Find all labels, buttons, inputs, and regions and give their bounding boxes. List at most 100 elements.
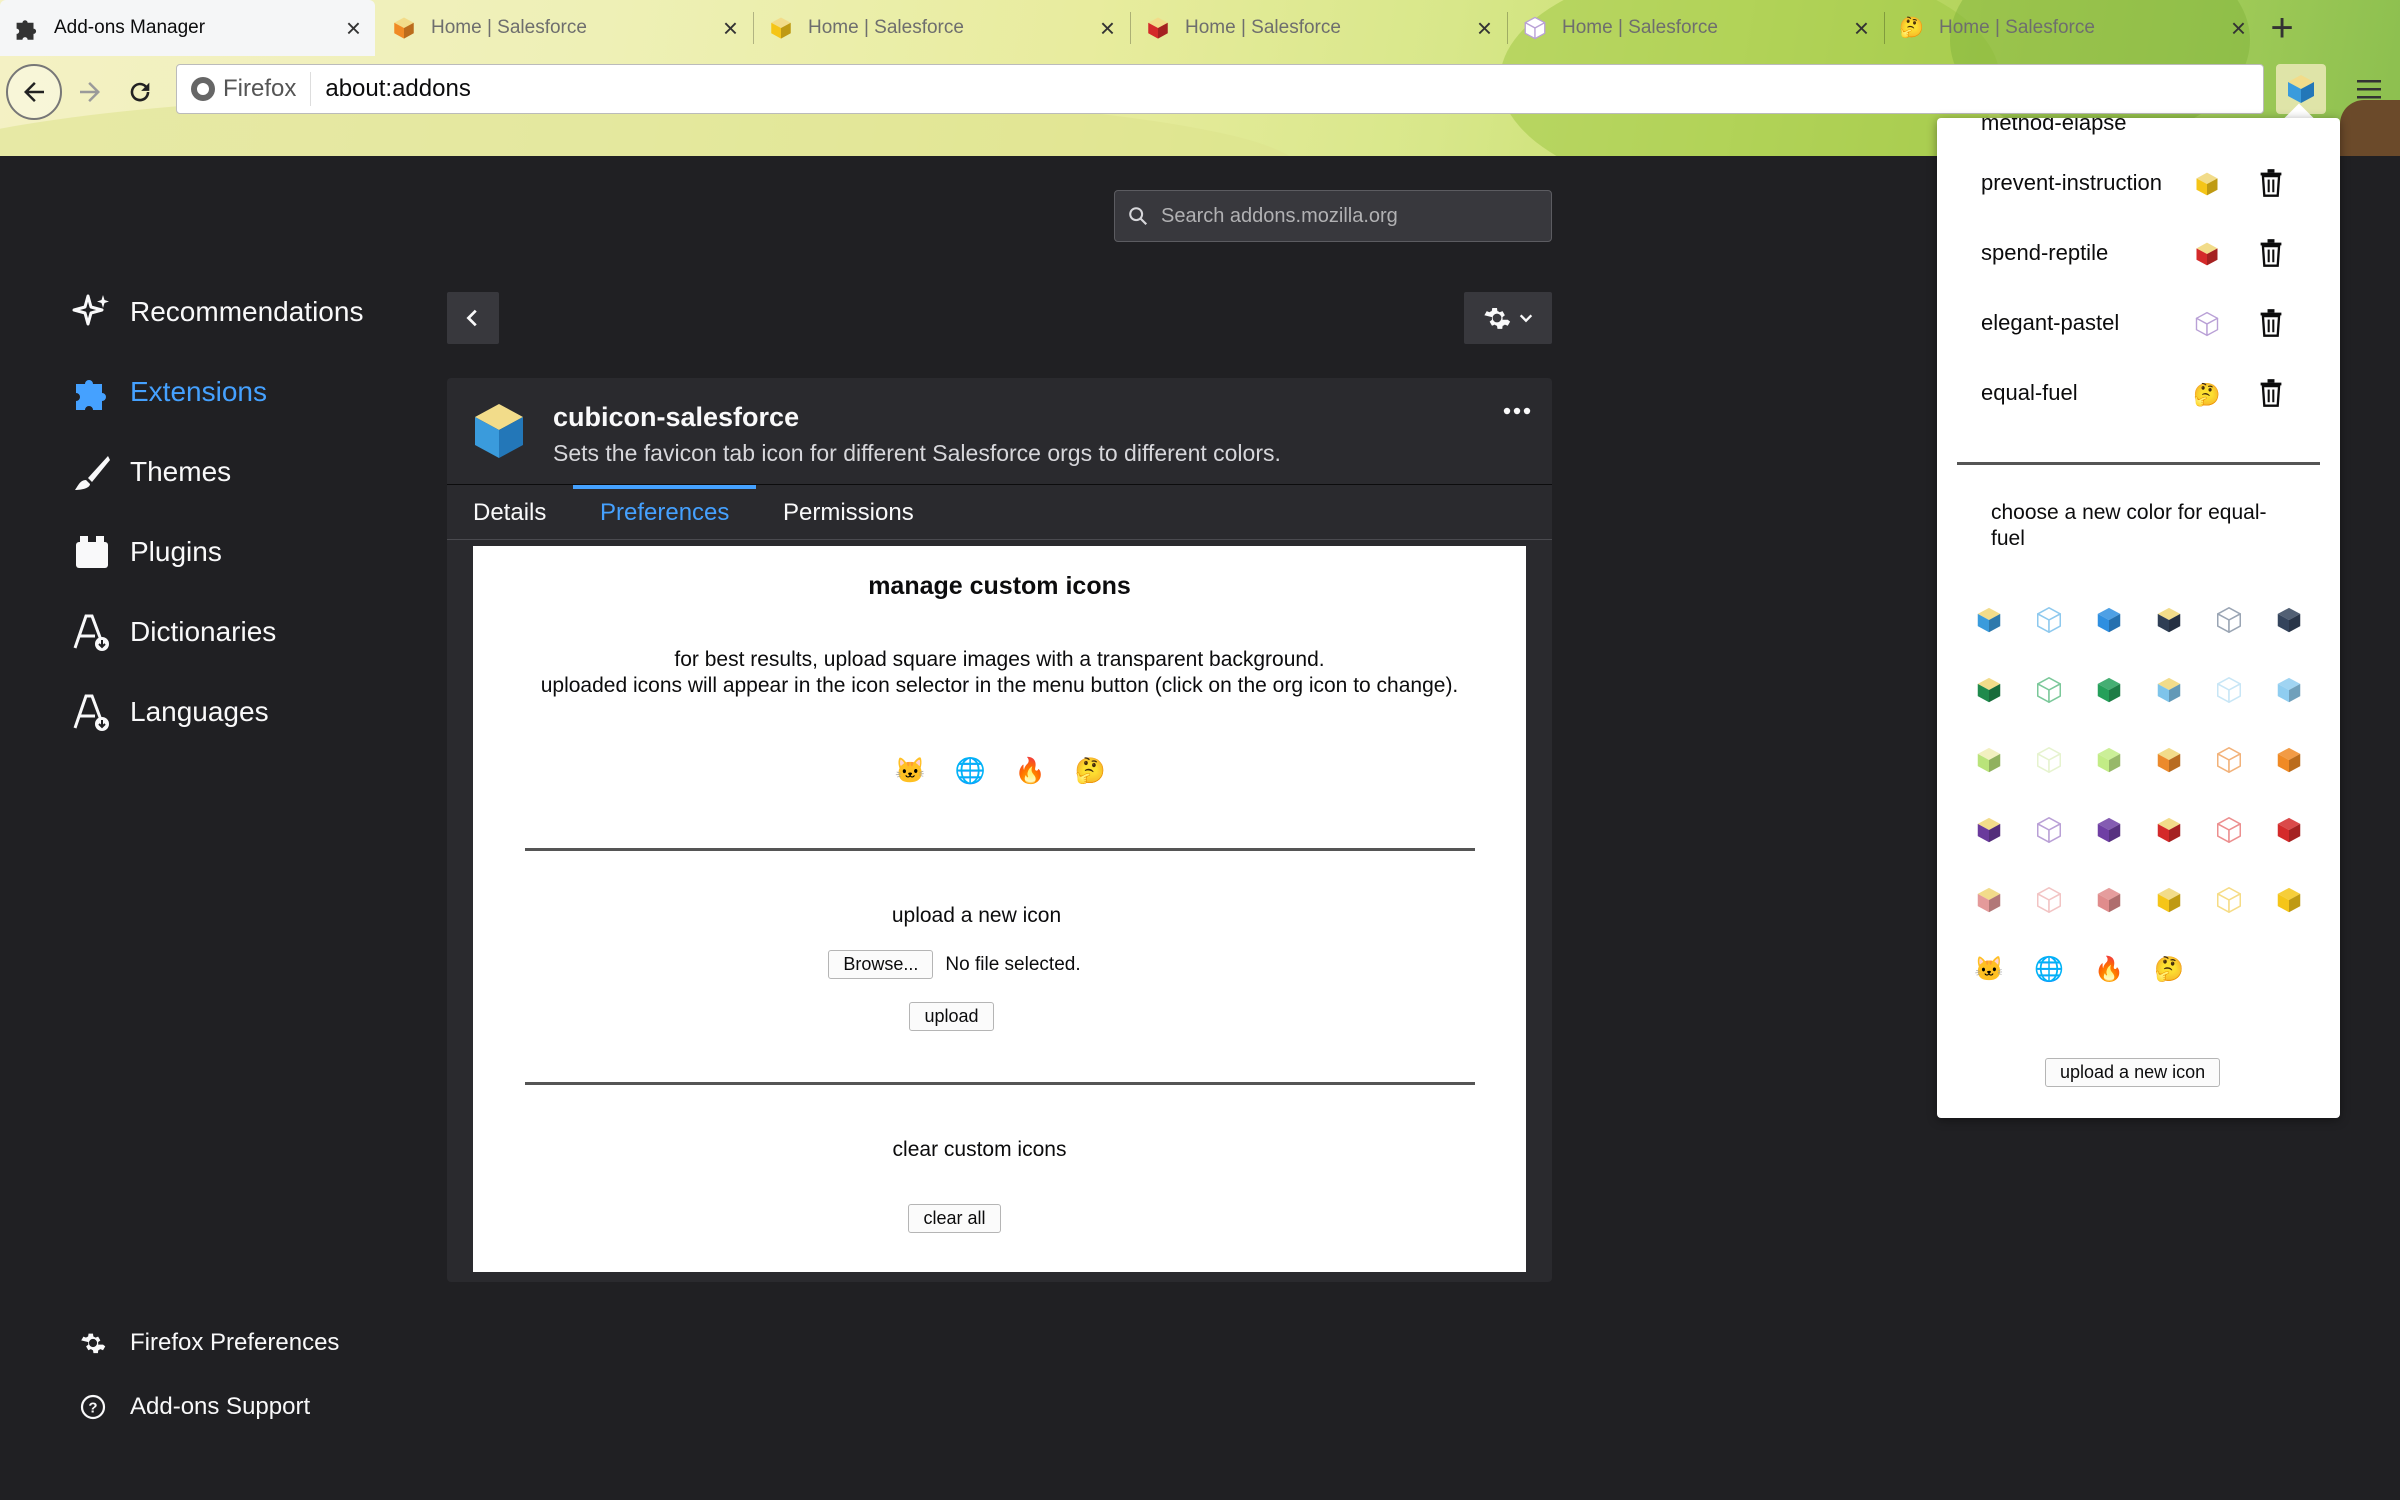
tab-salesforce[interactable]: Home | Salesforce ×: [754, 0, 1129, 56]
org-row[interactable]: prevent-instruction: [1937, 164, 2340, 204]
close-icon[interactable]: ×: [1100, 15, 1115, 41]
color-swatch[interactable]: [1973, 674, 2005, 706]
color-swatch[interactable]: [1973, 604, 2005, 636]
color-swatch[interactable]: [2093, 744, 2125, 776]
forward-button[interactable]: [62, 64, 118, 120]
prefs-title: manage custom icons: [868, 572, 1131, 600]
cube-icon: [1977, 607, 2001, 633]
amo-search-input[interactable]: Search addons.mozilla.org: [1114, 190, 1552, 242]
category-extensions[interactable]: Extensions: [72, 372, 267, 412]
choose-color-label: choose a new color for equal-fuel: [1991, 501, 2267, 550]
tab-salesforce[interactable]: Home | Salesforce ×: [1131, 0, 1506, 56]
org-row[interactable]: equal-fuel 🤔: [1937, 374, 2340, 414]
url-bar[interactable]: Firefox about:addons: [176, 64, 2264, 114]
tab-salesforce[interactable]: Home | Salesforce ×: [1508, 0, 1883, 56]
emoji-swatch[interactable]: 🤔: [2153, 954, 2185, 986]
color-swatch[interactable]: [2033, 884, 2065, 916]
org-row[interactable]: spend-reptile: [1937, 234, 2340, 274]
color-swatch[interactable]: [1973, 814, 2005, 846]
cube-icon: [2157, 747, 2181, 773]
color-swatch[interactable]: [2033, 744, 2065, 776]
emoji-face-icon: 🤔: [1899, 17, 1924, 39]
color-swatch[interactable]: [2153, 814, 2185, 846]
category-sidebar: Recommendations Extensions Themes Plugin…: [0, 156, 440, 1500]
tab-salesforce[interactable]: Home | Salesforce ×: [377, 0, 752, 56]
close-icon[interactable]: ×: [1477, 15, 1492, 41]
firefox-preferences-link[interactable]: Firefox Preferences: [78, 1328, 339, 1358]
footer-label: Add-ons Support: [130, 1393, 311, 1420]
close-icon[interactable]: ×: [346, 15, 361, 41]
color-swatch[interactable]: [2033, 604, 2065, 636]
cube-outline-lilac-icon[interactable]: [2193, 310, 2223, 340]
trash-icon[interactable]: [2257, 308, 2287, 338]
emoji-swatch[interactable]: 🐱: [1973, 954, 2005, 986]
color-swatch[interactable]: [2213, 744, 2245, 776]
cube-yellow-icon: [2196, 172, 2218, 196]
tab-separator: [753, 12, 754, 44]
color-swatch[interactable]: [2273, 884, 2305, 916]
color-swatch[interactable]: [1973, 744, 2005, 776]
color-swatch[interactable]: [2153, 884, 2185, 916]
divider: [525, 848, 1475, 851]
tab-preferences[interactable]: Preferences: [572, 485, 757, 541]
close-icon[interactable]: ×: [2231, 15, 2246, 41]
org-row-partial[interactable]: method-elapse: [1937, 118, 2340, 144]
color-swatch[interactable]: [1973, 884, 2005, 916]
color-swatch[interactable]: [2033, 814, 2065, 846]
category-plugins[interactable]: Plugins: [72, 532, 222, 572]
close-icon[interactable]: ×: [1854, 15, 1869, 41]
color-swatch[interactable]: [2153, 674, 2185, 706]
color-swatch[interactable]: [2093, 674, 2125, 706]
color-swatch[interactable]: [2213, 814, 2245, 846]
new-tab-button[interactable]: +: [2258, 4, 2306, 52]
cube-icon: [2157, 817, 2181, 843]
color-swatch[interactable]: [2273, 674, 2305, 706]
trash-icon[interactable]: [2257, 378, 2287, 408]
color-swatch[interactable]: [2093, 604, 2125, 636]
url-text[interactable]: about:addons: [311, 75, 470, 103]
trash-icon[interactable]: [2257, 238, 2287, 268]
addons-support-link[interactable]: ? Add-ons Support: [78, 1392, 310, 1422]
org-row[interactable]: elegant-pastel: [1937, 304, 2340, 344]
color-swatch[interactable]: [2153, 604, 2185, 636]
color-swatch[interactable]: [2213, 674, 2245, 706]
color-swatch[interactable]: [2093, 884, 2125, 916]
tab-addons-manager[interactable]: Add-ons Manager ×: [0, 0, 375, 56]
tab-salesforce[interactable]: 🤔 Home | Salesforce ×: [1885, 0, 2260, 56]
color-swatch[interactable]: [2273, 814, 2305, 846]
trash-icon[interactable]: [2257, 168, 2287, 198]
cube-red-icon[interactable]: [2193, 240, 2223, 270]
color-swatch[interactable]: [2213, 884, 2245, 916]
identity-box[interactable]: Firefox: [177, 72, 312, 106]
custom-icon: 🌐: [2034, 956, 2064, 983]
category-languages[interactable]: Languages: [72, 692, 269, 732]
popup-divider: [1957, 462, 2320, 465]
emoji-swatch[interactable]: 🔥: [2093, 954, 2125, 986]
hamburger-menu-button[interactable]: [2346, 64, 2392, 114]
clear-all-button[interactable]: clear all: [908, 1204, 1001, 1233]
reload-button[interactable]: [112, 64, 168, 120]
color-swatch[interactable]: [2033, 674, 2065, 706]
upload-new-icon-button[interactable]: upload a new icon: [2045, 1058, 2221, 1087]
back-to-list-button[interactable]: [447, 292, 499, 344]
tools-menu-button[interactable]: [1464, 292, 1552, 344]
more-options-button[interactable]: [1497, 396, 1537, 426]
cube-yellow-icon[interactable]: [2193, 170, 2223, 200]
upload-button[interactable]: upload: [909, 1002, 994, 1031]
color-swatch[interactable]: [2093, 814, 2125, 846]
browse-button[interactable]: Browse...: [828, 950, 934, 979]
emoji-swatch[interactable]: 🌐: [2033, 954, 2065, 986]
category-themes[interactable]: Themes: [72, 452, 231, 492]
color-swatch[interactable]: [2273, 604, 2305, 636]
category-recommendations[interactable]: Recommendations: [72, 292, 363, 332]
color-swatch[interactable]: [2273, 744, 2305, 776]
back-button[interactable]: [6, 64, 62, 120]
close-icon[interactable]: ×: [723, 15, 738, 41]
category-dictionaries[interactable]: Dictionaries: [72, 612, 276, 652]
color-swatch[interactable]: [2153, 744, 2185, 776]
custom-icon: 🐱: [1974, 956, 2004, 983]
tab-details[interactable]: Details: [473, 485, 546, 541]
color-swatch[interactable]: [2213, 604, 2245, 636]
tab-permissions[interactable]: Permissions: [783, 485, 914, 541]
emoji-face-icon[interactable]: 🤔: [2193, 380, 2223, 410]
